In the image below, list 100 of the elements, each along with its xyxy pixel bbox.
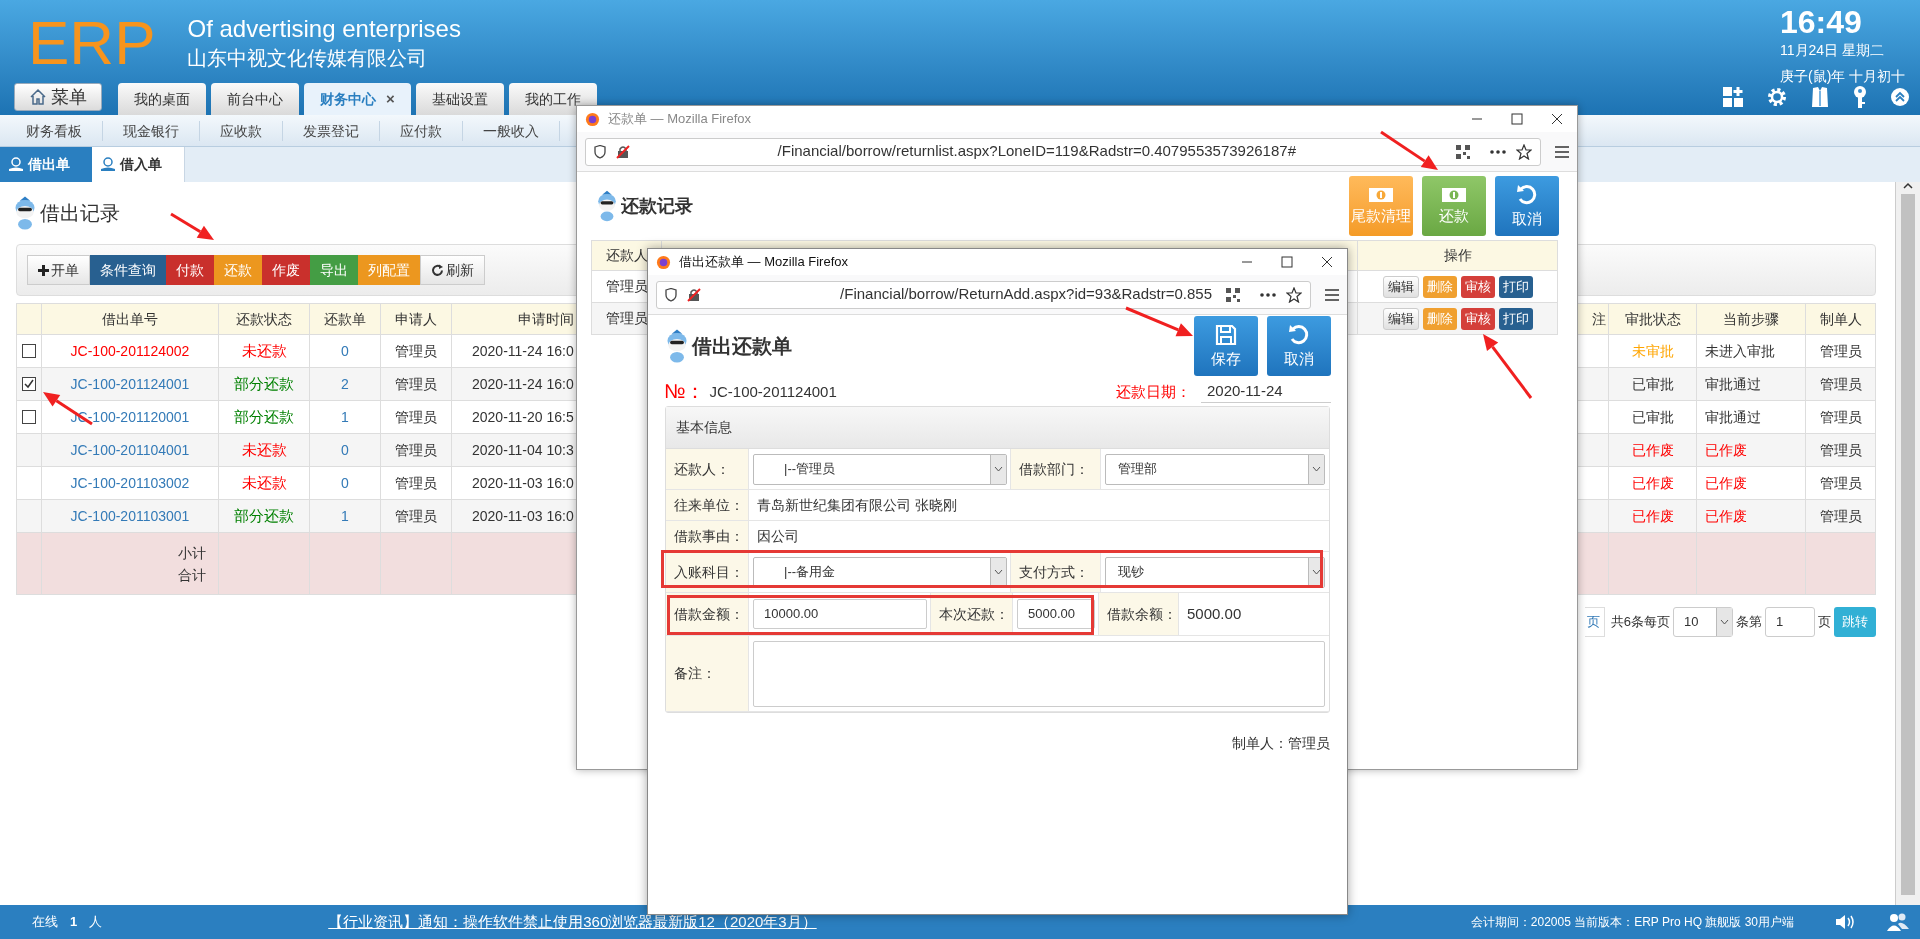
toolbar-button[interactable]: 条件查询: [90, 255, 166, 285]
table-cell: 1: [309, 499, 381, 533]
pager-text: 页: [1818, 613, 1831, 632]
url-text: /Financial/borrow/returnlist.aspx?LoneID=119&Radstr=0.4079553573926187#: [777, 141, 1296, 162]
star-icon[interactable]: [1516, 143, 1532, 160]
order-link[interactable]: JC-100-201124002: [41, 334, 219, 368]
insecure-lock-icon: [687, 287, 701, 302]
users-icon[interactable]: [1886, 912, 1910, 932]
action-button[interactable]: 取消: [1267, 316, 1331, 376]
close-icon[interactable]: ×: [386, 87, 395, 111]
row-action-button[interactable]: 打印: [1498, 307, 1533, 330]
speaker-icon[interactable]: [1834, 913, 1856, 931]
nav-link[interactable]: 应付款: [380, 120, 463, 141]
page-tab[interactable]: 借入单: [92, 147, 185, 182]
qr-code-icon[interactable]: [1226, 287, 1240, 302]
nav-link[interactable]: 发票登记: [283, 120, 380, 141]
page-input[interactable]: 1: [1765, 607, 1815, 637]
table-cell: 0: [309, 334, 381, 368]
annotation-arrow: [1483, 334, 1533, 399]
dropdown-icon: [1312, 569, 1321, 575]
row-action-button[interactable]: 审核: [1460, 307, 1495, 330]
dropdown-icon: [994, 569, 1003, 575]
close-icon[interactable]: [1551, 113, 1563, 125]
section-header: 基本信息: [666, 407, 1329, 449]
nav-link[interactable]: 财务看板: [6, 120, 103, 141]
menu-icon[interactable]: [1555, 145, 1569, 158]
notice-link[interactable]: 【行业资讯】通知：操作软件禁止使用360浏览器最新版12（2020年3月）: [328, 910, 817, 934]
address-bar[interactable]: /Financial/borrow/ReturnAdd.aspx?id=93&Radstr=0.855: [656, 280, 1311, 309]
order-link[interactable]: JC-100-201103001: [41, 499, 219, 533]
nav-link[interactable]: 一般收入: [463, 120, 560, 141]
select-field[interactable]: 管理部: [1105, 453, 1325, 485]
maximize-icon[interactable]: [1511, 113, 1523, 125]
more-icon[interactable]: [1260, 292, 1276, 297]
table-cell: 管理员: [380, 367, 452, 401]
scrollbar[interactable]: [1895, 182, 1920, 905]
pager-text: 条第: [1736, 613, 1762, 632]
pager-link[interactable]: 页: [1584, 607, 1605, 637]
order-link[interactable]: JC-100-201104001: [41, 433, 219, 467]
remarks-field[interactable]: [753, 640, 1325, 707]
toolbar-button[interactable]: 付款: [166, 255, 214, 285]
action-button[interactable]: 取消: [1495, 176, 1559, 236]
table-cell: 管理员: [1805, 367, 1876, 401]
date-field[interactable]: 2020-11-24: [1201, 380, 1331, 403]
nav-link[interactable]: 应收款: [200, 120, 283, 141]
row-action-button[interactable]: 审核: [1460, 275, 1495, 298]
amount-field[interactable]: 5000.00: [1017, 599, 1095, 629]
nav-tab[interactable]: 基础设置: [415, 83, 504, 115]
page-size-select[interactable]: 10: [1673, 607, 1733, 637]
checkbox[interactable]: [22, 344, 36, 358]
total-label: 合计: [177, 565, 206, 585]
more-icon[interactable]: [1490, 149, 1506, 154]
collapse-icon[interactable]: [1890, 87, 1910, 107]
form-label: 入账科目：: [666, 552, 749, 592]
settings-icon[interactable]: [1766, 86, 1788, 108]
online-unit: 人: [89, 913, 103, 932]
maximize-icon[interactable]: [1281, 256, 1293, 268]
checkbox[interactable]: [22, 377, 36, 391]
row-action-button[interactable]: 编辑: [1382, 307, 1419, 330]
tagline: Of advertising enterprises: [187, 14, 461, 44]
insecure-lock-icon: [616, 144, 630, 159]
column-header: 还款单: [309, 303, 381, 335]
nav-tab[interactable]: 前台中心: [211, 83, 299, 115]
scroll-up-icon[interactable]: [1903, 182, 1913, 190]
form-label: 借款事由：: [666, 521, 749, 551]
close-icon[interactable]: [1321, 256, 1333, 268]
nav-tab[interactable]: 财务中心 ×: [304, 83, 411, 115]
menu-icon[interactable]: [1325, 288, 1339, 301]
row-action-button[interactable]: 打印: [1498, 275, 1533, 298]
nav-tab[interactable]: 我的桌面: [118, 83, 206, 115]
window-heading: 还款记录: [621, 194, 693, 218]
nav-link[interactable]: 现金银行: [103, 120, 200, 141]
form-label: 借款余额：: [1099, 593, 1179, 635]
address-bar[interactable]: /Financial/borrow/returnlist.aspx?LoneID=119&Radstr=0.4079553573926187#: [585, 137, 1541, 166]
banknote-icon: [1368, 186, 1394, 204]
menu-button[interactable]: 菜单: [14, 83, 102, 111]
row-action-button[interactable]: 编辑: [1382, 275, 1419, 298]
nav-tab[interactable]: 我的工作: [508, 83, 597, 115]
total-label: 小计: [177, 543, 206, 563]
table-cell: 管理员: [380, 499, 452, 533]
star-icon[interactable]: [1286, 286, 1302, 303]
amount-field[interactable]: 10000.00: [753, 599, 927, 629]
refresh-icon: [431, 263, 444, 277]
key-icon[interactable]: [1852, 85, 1868, 109]
browser-icon: [585, 111, 600, 127]
toolbar-button[interactable]: 开单: [27, 255, 90, 285]
table-cell: 未还款: [218, 433, 310, 467]
select-field[interactable]: |--管理员: [753, 453, 1007, 485]
order-link[interactable]: JC-100-201103002: [41, 466, 219, 500]
checkbox[interactable]: [22, 410, 36, 424]
table-cell: 未审批: [1608, 334, 1697, 368]
page-title: 借出记录: [40, 201, 120, 226]
page-tab[interactable]: 借出单: [0, 147, 92, 182]
apps-icon[interactable]: [1722, 86, 1744, 108]
toolbar-button[interactable]: 刷新: [420, 255, 485, 285]
toolbar-button[interactable]: 作废: [262, 255, 310, 285]
qr-code-icon[interactable]: [1456, 144, 1470, 159]
table-cell: 管理员: [1805, 433, 1876, 467]
number-value: JC-100-201124001: [709, 382, 837, 402]
browser-icon: [656, 254, 671, 270]
action-button[interactable]: 保存: [1194, 316, 1258, 376]
